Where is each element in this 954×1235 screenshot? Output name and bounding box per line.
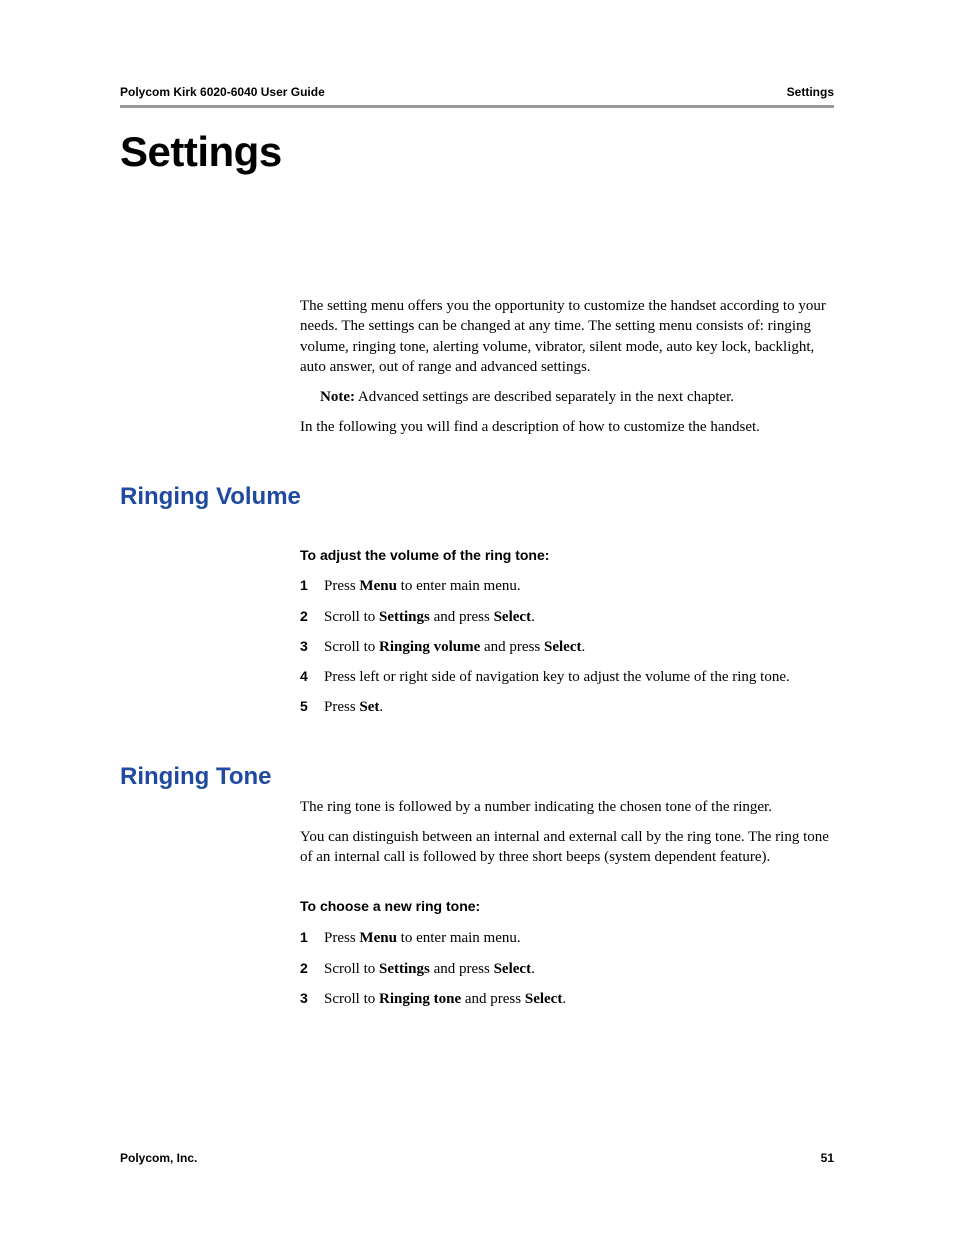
note-text: Advanced settings are described separate…	[355, 389, 734, 405]
list-item: Press Menu to enter main menu.	[300, 576, 834, 596]
section2-steps: Press Menu to enter main menu. Scroll to…	[300, 928, 834, 1009]
section2-body: The ring tone is followed by a number in…	[300, 797, 834, 1009]
header-left: Polycom Kirk 6020-6040 User Guide	[120, 85, 325, 99]
running-footer: Polycom, Inc. 51	[120, 1151, 834, 1165]
note-label: Note:	[320, 389, 355, 405]
page: Polycom Kirk 6020-6040 User Guide Settin…	[0, 0, 954, 1235]
intro-note: Note: Advanced settings are described se…	[300, 387, 834, 407]
list-item: Scroll to Ringing volume and press Selec…	[300, 637, 834, 657]
section2-paragraph-2: You can distinguish between an internal …	[300, 827, 834, 868]
list-item: Scroll to Ringing tone and press Select.	[300, 989, 834, 1009]
section1-body: To adjust the volume of the ring tone: P…	[300, 546, 834, 718]
intro-block: The setting menu offers you the opportun…	[300, 296, 834, 438]
section1-steps: Press Menu to enter main menu. Scroll to…	[300, 576, 834, 717]
list-item: Press Menu to enter main menu.	[300, 928, 834, 948]
section2-paragraph-1: The ring tone is followed by a number in…	[300, 797, 834, 817]
section-heading-ringing-volume: Ringing Volume	[120, 483, 834, 511]
list-item: Scroll to Settings and press Select.	[300, 959, 834, 979]
running-header: Polycom Kirk 6020-6040 User Guide Settin…	[120, 85, 834, 99]
intro-paragraph-2: In the following you will find a descrip…	[300, 417, 834, 437]
list-item: Press left or right side of navigation k…	[300, 667, 834, 687]
intro-paragraph-1: The setting menu offers you the opportun…	[300, 296, 834, 377]
section-heading-ringing-tone: Ringing Tone	[120, 763, 834, 791]
header-right: Settings	[787, 85, 834, 99]
page-title: Settings	[120, 128, 834, 176]
section1-subhead: To adjust the volume of the ring tone:	[300, 546, 834, 565]
footer-page-number: 51	[821, 1151, 834, 1165]
list-item: Scroll to Settings and press Select.	[300, 607, 834, 627]
footer-left: Polycom, Inc.	[120, 1151, 197, 1165]
header-rule	[120, 105, 834, 108]
list-item: Press Set.	[300, 697, 834, 717]
section2-subhead: To choose a new ring tone:	[300, 897, 834, 916]
